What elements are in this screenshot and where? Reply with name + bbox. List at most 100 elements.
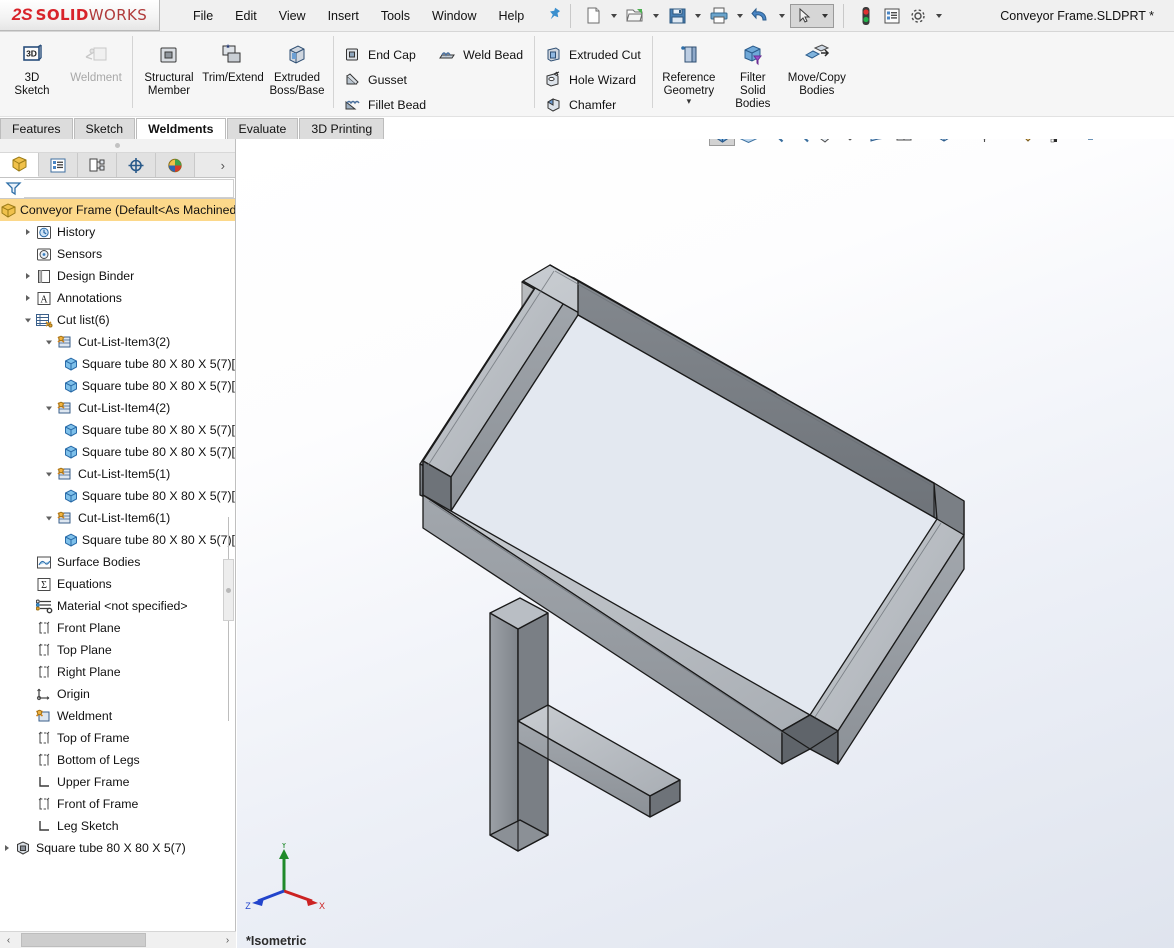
tree-item[interactable]: Cut-List-Item4(2) bbox=[0, 397, 235, 419]
menu-edit[interactable]: Edit bbox=[224, 5, 268, 27]
ribbon-fillet-bead-button[interactable]: Fillet Bead bbox=[338, 92, 433, 117]
open-document-dropdown-icon[interactable] bbox=[653, 13, 660, 18]
hscroll-track[interactable] bbox=[17, 932, 219, 948]
ribbon-extruded-boss-button[interactable]: Extruded Boss/Base bbox=[265, 36, 329, 98]
ribbon-weld-bead-button[interactable]: Weld Bead bbox=[433, 42, 530, 67]
reference-geometry-dropdown-icon[interactable]: ▾ bbox=[687, 97, 692, 106]
tree-item[interactable]: A Annotations bbox=[0, 287, 235, 309]
chevron-down-icon[interactable] bbox=[42, 514, 55, 522]
chevron-right-icon[interactable] bbox=[21, 294, 34, 302]
tab-features[interactable]: Features bbox=[0, 118, 73, 139]
file-properties-button[interactable] bbox=[879, 3, 905, 29]
tree-item[interactable]: History bbox=[0, 221, 235, 243]
print-dropdown-icon[interactable] bbox=[737, 13, 744, 18]
new-document-button[interactable] bbox=[580, 3, 606, 29]
funnel-filter-icon[interactable] bbox=[3, 180, 24, 196]
chevron-right-icon[interactable] bbox=[21, 272, 34, 280]
chevron-down-icon[interactable] bbox=[42, 470, 55, 478]
tree-item[interactable]: Sensors bbox=[0, 243, 235, 265]
ribbon-structural-member-button[interactable]: Structural Member bbox=[137, 36, 201, 98]
chevron-down-icon[interactable] bbox=[42, 404, 55, 412]
tree-item[interactable]: Square tube 80 X 80 X 5(7)[ bbox=[0, 419, 235, 441]
chevron-right-icon[interactable] bbox=[21, 228, 34, 236]
rebuild-button[interactable] bbox=[853, 3, 879, 29]
tab-weldments[interactable]: Weldments bbox=[136, 118, 226, 139]
tree-item[interactable]: Cut list(6) bbox=[0, 309, 235, 331]
tree-item[interactable]: Cut-List-Item6(1) bbox=[0, 507, 235, 529]
new-document-dropdown-icon[interactable] bbox=[611, 13, 618, 18]
tree-vertical-scrollbar[interactable] bbox=[223, 517, 234, 759]
menu-insert[interactable]: Insert bbox=[317, 5, 370, 27]
tree-item[interactable]: Top Plane bbox=[0, 639, 235, 661]
chevron-down-icon[interactable] bbox=[21, 316, 34, 324]
ribbon-weldment-button[interactable]: Weldment bbox=[64, 36, 128, 85]
ribbon-hole-wizard-button[interactable]: Hole Wizard bbox=[539, 67, 648, 92]
select-tool-button[interactable] bbox=[790, 3, 835, 29]
scroll-left-arrow-icon[interactable]: ‹ bbox=[0, 932, 17, 948]
scroll-thumb[interactable] bbox=[223, 559, 234, 621]
tree-item[interactable]: Origin bbox=[0, 683, 235, 705]
cursor-arrow-icon[interactable] bbox=[791, 3, 817, 29]
tree-item[interactable]: Leg Sketch bbox=[0, 815, 235, 837]
tree-item[interactable]: Cut-List-Item3(2) bbox=[0, 331, 235, 353]
tree-item[interactable]: Σ Equations bbox=[0, 573, 235, 595]
tree-item[interactable]: Top of Frame bbox=[0, 727, 235, 749]
options-button[interactable] bbox=[905, 3, 931, 29]
dimxpert-manager-tab[interactable] bbox=[117, 153, 156, 177]
ribbon-reference-geometry-button[interactable]: Reference Geometry ▾ bbox=[657, 36, 721, 106]
feature-manager-tab[interactable] bbox=[0, 153, 39, 177]
tree-item[interactable]: Cut-List-Item5(1) bbox=[0, 463, 235, 485]
scroll-right-arrow-icon[interactable]: › bbox=[219, 932, 236, 948]
menu-window[interactable]: Window bbox=[421, 5, 487, 27]
panel-splitter[interactable] bbox=[0, 139, 235, 153]
tree-item[interactable]: Front Plane bbox=[0, 617, 235, 639]
ribbon-gusset-button[interactable]: Gusset bbox=[338, 67, 433, 92]
tree-item[interactable]: Square tube 80 X 80 X 5(7)[ bbox=[0, 529, 235, 551]
display-manager-tab[interactable] bbox=[156, 153, 195, 177]
feature-tree[interactable]: Conveyor Frame (Default<As Machined Histo… bbox=[0, 199, 235, 939]
ribbon-chamfer-button[interactable]: Chamfer bbox=[539, 92, 648, 117]
ribbon-3d-sketch-button[interactable]: 3D 3D Sketch bbox=[0, 36, 64, 98]
tree-item[interactable]: Right Plane bbox=[0, 661, 235, 683]
property-manager-tab[interactable] bbox=[39, 153, 78, 177]
save-dropdown-icon[interactable] bbox=[695, 13, 702, 18]
pushpin-icon[interactable] bbox=[541, 3, 566, 29]
tree-item[interactable]: Design Binder bbox=[0, 265, 235, 287]
tree-item[interactable]: Square tube 80 X 80 X 5(7)[ bbox=[0, 353, 235, 375]
tree-item[interactable]: Square tube 80 X 80 X 5(7)[ bbox=[0, 441, 235, 463]
tree-item[interactable]: Front of Frame bbox=[0, 793, 235, 815]
tab-3d-printing[interactable]: 3D Printing bbox=[299, 118, 385, 139]
ribbon-trim-extend-button[interactable]: * Trim/Extend bbox=[201, 36, 265, 85]
tree-item[interactable]: Weldment bbox=[0, 705, 235, 727]
select-tool-dropdown-icon[interactable] bbox=[822, 13, 829, 18]
tree-item[interactable]: Upper Frame bbox=[0, 771, 235, 793]
tree-item[interactable]: Square tube 80 X 80 X 5(7) bbox=[0, 837, 235, 859]
graphics-viewport[interactable]: Y X Z *Isometric bbox=[237, 139, 1174, 948]
tree-item[interactable]: Bottom of Legs bbox=[0, 749, 235, 771]
options-dropdown-icon[interactable] bbox=[936, 13, 943, 18]
tab-evaluate[interactable]: Evaluate bbox=[226, 118, 299, 139]
undo-button[interactable] bbox=[748, 3, 774, 29]
undo-dropdown-icon[interactable] bbox=[779, 13, 786, 18]
ribbon-end-cap-button[interactable]: End Cap bbox=[338, 42, 433, 67]
configuration-manager-tab[interactable] bbox=[78, 153, 117, 177]
tab-sketch[interactable]: Sketch bbox=[73, 118, 136, 139]
save-button[interactable] bbox=[664, 3, 690, 29]
menu-help[interactable]: Help bbox=[488, 5, 536, 27]
chevron-down-icon[interactable] bbox=[42, 338, 55, 346]
tree-horizontal-scrollbar[interactable]: ‹ › bbox=[0, 931, 236, 948]
menu-file[interactable]: File bbox=[182, 5, 224, 27]
tree-item[interactable]: Square tube 80 X 80 X 5(7)[ bbox=[0, 375, 235, 397]
solidworks-logo[interactable]: 2S SOLIDWORKS bbox=[0, 0, 160, 31]
ribbon-filter-solid-bodies-button[interactable]: Filter Solid Bodies bbox=[721, 36, 785, 111]
tree-item[interactable]: Square tube 80 X 80 X 5(7)[ bbox=[0, 485, 235, 507]
conveyor-frame-model[interactable] bbox=[237, 139, 1174, 948]
panel-more-button[interactable]: › bbox=[195, 153, 235, 177]
feature-filter-input[interactable] bbox=[24, 178, 234, 198]
menu-tools[interactable]: Tools bbox=[370, 5, 421, 27]
tree-item[interactable]: Material <not specified> bbox=[0, 595, 235, 617]
ribbon-extruded-cut-button[interactable]: Extruded Cut bbox=[539, 42, 648, 67]
menu-view[interactable]: View bbox=[268, 5, 317, 27]
print-button[interactable] bbox=[706, 3, 732, 29]
open-document-button[interactable] bbox=[622, 3, 648, 29]
